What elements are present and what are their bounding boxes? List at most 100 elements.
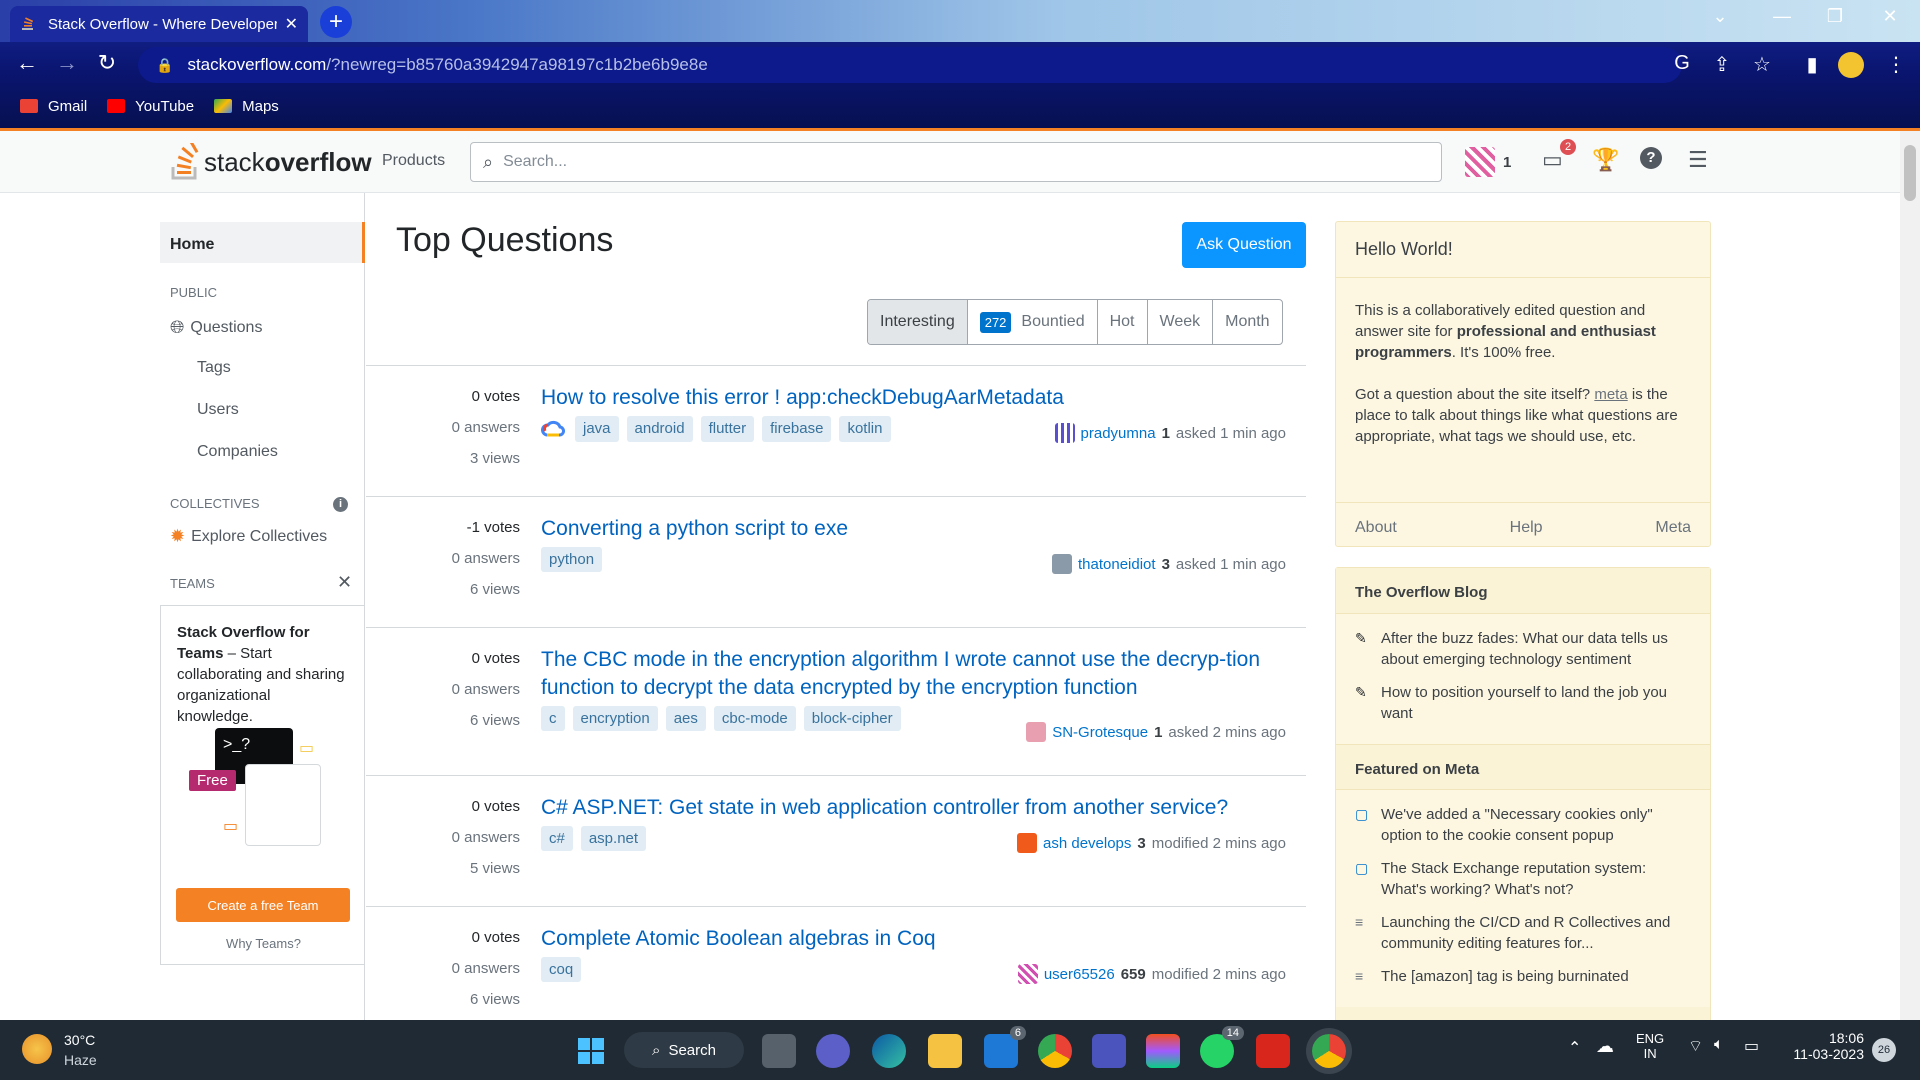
figma-icon[interactable] [1146, 1034, 1180, 1068]
user-link[interactable]: user65526 [1044, 966, 1115, 983]
user-avatar[interactable] [1052, 554, 1072, 574]
nav-users[interactable]: Users [197, 401, 239, 419]
help-icon[interactable]: ? [1640, 147, 1662, 169]
task-view-icon[interactable] [762, 1034, 796, 1068]
tag-cbc-mode[interactable]: cbc-mode [713, 706, 796, 731]
reload-icon[interactable]: ↻ [92, 50, 122, 76]
user-avatar[interactable] [1017, 964, 1038, 984]
tag-kotlin[interactable]: kotlin [839, 416, 891, 442]
blog-item[interactable]: ✎ After the buzz fades: What our data tel… [1355, 628, 1691, 670]
notification-badge[interactable]: 26 [1872, 1038, 1896, 1062]
onedrive-icon[interactable]: ☁ [1596, 1036, 1614, 1057]
question-timestamp[interactable]: asked 2 mins ago [1168, 724, 1286, 741]
question-timestamp[interactable]: modified 2 mins ago [1152, 835, 1286, 852]
profile-avatar[interactable] [1838, 52, 1864, 78]
search-input[interactable]: ⌕ Search... [470, 142, 1442, 182]
mail-icon[interactable]: 6 [984, 1026, 1026, 1068]
edge-icon[interactable] [872, 1034, 906, 1068]
weather-temp[interactable]: 30°C [64, 1032, 95, 1048]
question-timestamp[interactable]: asked 1 min ago [1176, 425, 1286, 442]
file-explorer-icon[interactable] [928, 1034, 962, 1068]
weather-icon[interactable] [22, 1034, 52, 1064]
user-avatar[interactable] [1017, 833, 1037, 853]
teams-chat-icon[interactable] [816, 1034, 850, 1068]
tag-encryption[interactable]: encryption [572, 706, 658, 731]
tag-block-cipher[interactable]: block-cipher [803, 706, 901, 731]
meta-item[interactable]: ≡ The [amazon] tag is being burninated [1355, 966, 1691, 987]
filter-bountied[interactable]: 272 Bountied [966, 300, 1097, 344]
wifi-icon[interactable]: ⌔ [1688, 1036, 1703, 1056]
chrome-icon[interactable] [1038, 1034, 1072, 1068]
volume-icon[interactable]: 🔈︎ [1714, 1036, 1724, 1054]
meta-item[interactable]: ≡ Launching the CI/CD and R Collectives a… [1355, 912, 1691, 954]
chrome-active-icon[interactable] [1312, 1034, 1346, 1068]
battery-icon[interactable]: ▭ [1744, 1036, 1759, 1056]
taskbar-search[interactable]: ⌕ Search [624, 1032, 744, 1068]
tag-coq[interactable]: coq [541, 957, 582, 982]
nav-questions[interactable]: 🌐︎ Questions [170, 317, 262, 338]
user-avatar[interactable] [1054, 423, 1075, 443]
weather-condition[interactable]: Haze [64, 1052, 97, 1068]
tag-aes[interactable]: aes [665, 706, 706, 731]
google-cloud-collective-icon[interactable] [541, 416, 567, 442]
tag-csharp[interactable]: c# [541, 826, 573, 851]
user-link[interactable]: ash develops [1043, 835, 1131, 852]
user-rep[interactable]: 1 [1465, 147, 1511, 177]
back-icon[interactable]: ← [12, 50, 42, 76]
tag-java[interactable]: java [575, 416, 619, 442]
scrollbar-thumb[interactable] [1904, 145, 1916, 201]
tag-c[interactable]: c [541, 706, 565, 731]
bookmark-gmail[interactable]: Gmail [20, 98, 87, 115]
about-link[interactable]: About [1355, 519, 1397, 536]
tag-flutter[interactable]: flutter [700, 416, 755, 442]
minimize-icon[interactable]: — [1762, 6, 1802, 27]
question-timestamp[interactable]: asked 1 min ago [1176, 556, 1286, 573]
tag-asp-net[interactable]: asp.net [580, 826, 647, 851]
ms-teams-icon[interactable] [1092, 1034, 1126, 1068]
tab-close-icon[interactable]: ✕ [285, 14, 298, 34]
user-avatar[interactable] [1026, 722, 1047, 742]
google-lens-icon[interactable]: G [1668, 52, 1696, 75]
question-title-link[interactable]: The CBC mode in the encryption algorithm… [541, 646, 1281, 702]
filter-hot[interactable]: Hot [1096, 300, 1147, 344]
tray-chevron-icon[interactable]: ⌃ [1568, 1038, 1581, 1058]
tag-python[interactable]: python [541, 547, 603, 572]
address-bar[interactable]: 🔒 stackoverflow.com/?newreg=b85760a39429… [138, 47, 1682, 83]
stackoverflow-logo[interactable]: stack overflow [170, 143, 372, 181]
meta-item[interactable]: ▢ We've added a "Necessary cookies only" … [1355, 804, 1691, 846]
why-teams-link[interactable]: Why Teams? [161, 936, 366, 951]
blog-item[interactable]: ✎ How to position yourself to land the jo… [1355, 682, 1691, 724]
close-icon[interactable]: ✕ [337, 572, 352, 593]
menu-kebab-icon[interactable]: ⋮ [1882, 52, 1910, 77]
bookmark-youtube[interactable]: YouTube [107, 98, 194, 115]
ask-question-button[interactable]: Ask Question [1182, 222, 1306, 268]
tab-stackoverflow[interactable]: Stack Overflow - Where Developers ✕ [10, 6, 308, 42]
side-panel-icon[interactable]: ▮ [1798, 52, 1826, 77]
question-title-link[interactable]: Converting a python script to exe [541, 515, 1281, 543]
language-indicator[interactable]: ENG IN [1636, 1031, 1664, 1061]
meta-item[interactable]: ▢ The Stack Exchange reputation system: W… [1355, 858, 1691, 900]
create-team-button[interactable]: Create a free Team [176, 888, 350, 922]
filter-month[interactable]: Month [1212, 300, 1281, 344]
tab-search-icon[interactable]: ⌄ [1700, 6, 1740, 27]
question-title-link[interactable]: How to resolve this error ! app:checkDeb… [541, 384, 1281, 412]
user-link[interactable]: thatoneidiot [1078, 556, 1156, 573]
user-link[interactable]: SN-Grotesque [1052, 724, 1148, 741]
question-timestamp[interactable]: modified 2 mins ago [1152, 966, 1286, 983]
nav-explore-collectives[interactable]: ✹ Explore Collectives [170, 526, 327, 547]
nav-tags[interactable]: Tags [197, 359, 231, 377]
meta-link[interactable]: meta [1594, 386, 1627, 403]
question-title-link[interactable]: C# ASP.NET: Get state in web application… [541, 794, 1281, 822]
page-scrollbar[interactable] [1900, 131, 1920, 1020]
acrobat-icon[interactable] [1256, 1034, 1290, 1068]
new-tab-button[interactable]: + [320, 6, 352, 38]
question-title-link[interactable]: Complete Atomic Boolean algebras in Coq [541, 925, 1281, 953]
help-link[interactable]: Help [1510, 519, 1543, 536]
achievements-trophy-icon[interactable]: 🏆 [1592, 147, 1619, 173]
bookmark-star-icon[interactable]: ☆ [1748, 52, 1776, 77]
whatsapp-icon[interactable]: 14 [1200, 1026, 1244, 1068]
filter-week[interactable]: Week [1146, 300, 1213, 344]
share-icon[interactable]: ⇪ [1708, 52, 1736, 77]
window-close-icon[interactable]: ✕ [1870, 6, 1910, 27]
tag-android[interactable]: android [626, 416, 693, 442]
